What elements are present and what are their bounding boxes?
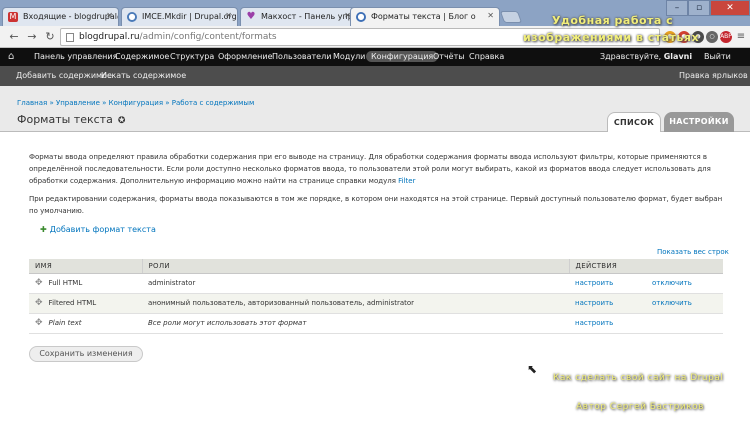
adblock-icon[interactable]: ABP	[720, 31, 732, 43]
page-title: Форматы текста ✪	[17, 113, 126, 126]
help-text: Форматы ввода определяют правила обработ…	[29, 153, 711, 185]
column-header-name: ИМЯ	[29, 259, 142, 274]
new-tab-button[interactable]	[499, 11, 523, 23]
configure-link[interactable]: настроить	[575, 319, 613, 327]
browser-tab-label: IMCE.Mkdir | Drupal.org	[142, 12, 237, 21]
format-roles: анонимный пользователь, авторизованный п…	[142, 293, 569, 314]
reload-icon[interactable]: ↻	[42, 30, 58, 44]
menu-people[interactable]: Пользователи	[272, 52, 331, 61]
save-button[interactable]: Сохранить изменения	[29, 346, 143, 362]
table-row: ✥ Plain text Все роли могут использовать …	[29, 313, 723, 334]
close-icon[interactable]: ✕	[487, 11, 494, 20]
browser-tab-label: Входящие - blogdrupal@	[23, 12, 119, 21]
watermark-title-line2: изображениями в статьях	[523, 31, 700, 44]
extension-icon[interactable]: ○	[706, 31, 718, 43]
drag-handle-icon[interactable]: ✥	[35, 318, 43, 328]
breadcrumb[interactable]: Главная » Управление » Конфигурация » Ра…	[17, 99, 254, 107]
format-name: ✥ Filtered HTML	[29, 293, 142, 314]
watermark-subtitle: Как сделать свой сайт на Drupal	[553, 373, 724, 383]
format-roles: administrator	[142, 273, 569, 294]
menu-dashboard[interactable]: Панель управления	[34, 52, 117, 61]
shortcuts-bar: Добавить содержимое Искать содержимое Пр…	[0, 66, 750, 86]
menu-modules[interactable]: Модули	[333, 52, 365, 61]
column-header-roles: РОЛИ	[141, 259, 569, 274]
close-icon[interactable]: ✕	[106, 11, 113, 20]
format-roles: Все роли могут использовать этот формат	[142, 313, 569, 334]
edit-shortcuts-link[interactable]: Правка ярлыков	[679, 71, 748, 80]
window-close-icon[interactable]: ✕	[710, 0, 750, 16]
user-name[interactable]: Glavni	[664, 52, 692, 61]
menu-appearance[interactable]: Оформление	[218, 52, 273, 61]
add-shortcut-icon[interactable]: ✪	[118, 116, 126, 126]
drag-handle-icon[interactable]: ✥	[35, 278, 43, 288]
drag-handle-icon[interactable]: ✥	[35, 298, 43, 308]
format-name: ✥ Plain text	[29, 313, 142, 334]
mouse-cursor-icon: ⬉	[527, 362, 538, 376]
configure-link[interactable]: настроить	[575, 279, 613, 287]
disable-link[interactable]: отключить	[652, 279, 692, 287]
disable-link-empty	[646, 313, 723, 334]
menu-content[interactable]: Содержимое	[115, 52, 169, 61]
heart-icon: ♥	[246, 11, 256, 22]
user-greeting: Здравствуйте, Glavni	[600, 52, 693, 61]
plus-icon: ✚	[40, 225, 47, 234]
shortcut-find-content[interactable]: Искать содержимое	[101, 71, 186, 80]
drupal-icon: ●	[356, 12, 366, 22]
menu-icon[interactable]: ≡	[735, 31, 747, 43]
page-icon	[66, 33, 74, 42]
url-path: /admin/config/content/formats	[139, 32, 277, 42]
home-icon[interactable]: ⌂	[8, 51, 19, 62]
drupal-icon: ●	[127, 12, 137, 22]
browser-tab-imce[interactable]: ● IMCE.Mkdir | Drupal.org ✕	[121, 7, 238, 26]
browser-tab-label: Форматы текста | Блог о	[371, 12, 476, 21]
table-row: ✥ Full HTML administrator настроить отклю…	[29, 273, 723, 294]
admin-toolbar: ⌂ Панель управления Содержимое Структура…	[0, 48, 750, 66]
column-header-actions: ДЕЙСТВИЯ	[568, 259, 723, 274]
logout-link[interactable]: Выйти	[704, 52, 731, 61]
add-text-format-link[interactable]: ✚ Добавить формат текста	[40, 225, 156, 234]
format-name: ✥ Full HTML	[29, 273, 142, 294]
browser-tab-inbox[interactable]: M Входящие - blogdrupal@ ✕	[2, 7, 119, 26]
configure-link[interactable]: настроить	[575, 299, 613, 307]
maximize-icon[interactable]: ▫	[688, 0, 710, 16]
watermark-author: Автор Сергей Бастриков	[576, 402, 704, 412]
forward-arrow-icon[interactable]: →	[24, 30, 40, 44]
browser-tab-makhost[interactable]: ♥ Макхост - Панель управ ✕	[240, 7, 357, 26]
help-text-order: При редактировании содержания, форматы в…	[29, 195, 723, 215]
menu-reports[interactable]: Отчёты	[433, 52, 465, 61]
tab-list[interactable]: СПИСОК	[607, 112, 661, 132]
show-row-weights-link[interactable]: Показать вес строк	[657, 248, 729, 256]
close-icon[interactable]: ✕	[225, 11, 232, 20]
back-arrow-icon[interactable]: ←	[6, 30, 22, 44]
filter-help-link[interactable]: Filter	[398, 177, 415, 185]
browser-tab-label: Макхост - Панель управ	[261, 12, 357, 21]
gmail-icon: M	[8, 12, 18, 22]
tab-settings[interactable]: НАСТРОЙКИ	[664, 112, 734, 132]
table-row: ✥ Filtered HTML анонимный пользователь, а…	[29, 293, 723, 314]
text-formats-table: ИМЯ РОЛИ ДЕЙСТВИЯ ✥ Full HTML administrat…	[29, 259, 723, 334]
disable-link[interactable]: отключить	[652, 299, 692, 307]
menu-configuration[interactable]: Конфигурация	[366, 51, 439, 62]
browser-tab-formats[interactable]: ● Форматы текста | Блог о ✕	[350, 7, 500, 27]
menu-help[interactable]: Справка	[469, 52, 504, 61]
watermark-title: Удобная работа с	[552, 14, 674, 27]
shortcut-add-content[interactable]: Добавить содержимое	[16, 71, 112, 80]
menu-structure[interactable]: Структура	[170, 52, 214, 61]
url-host: blogdrupal.ru	[79, 32, 140, 42]
